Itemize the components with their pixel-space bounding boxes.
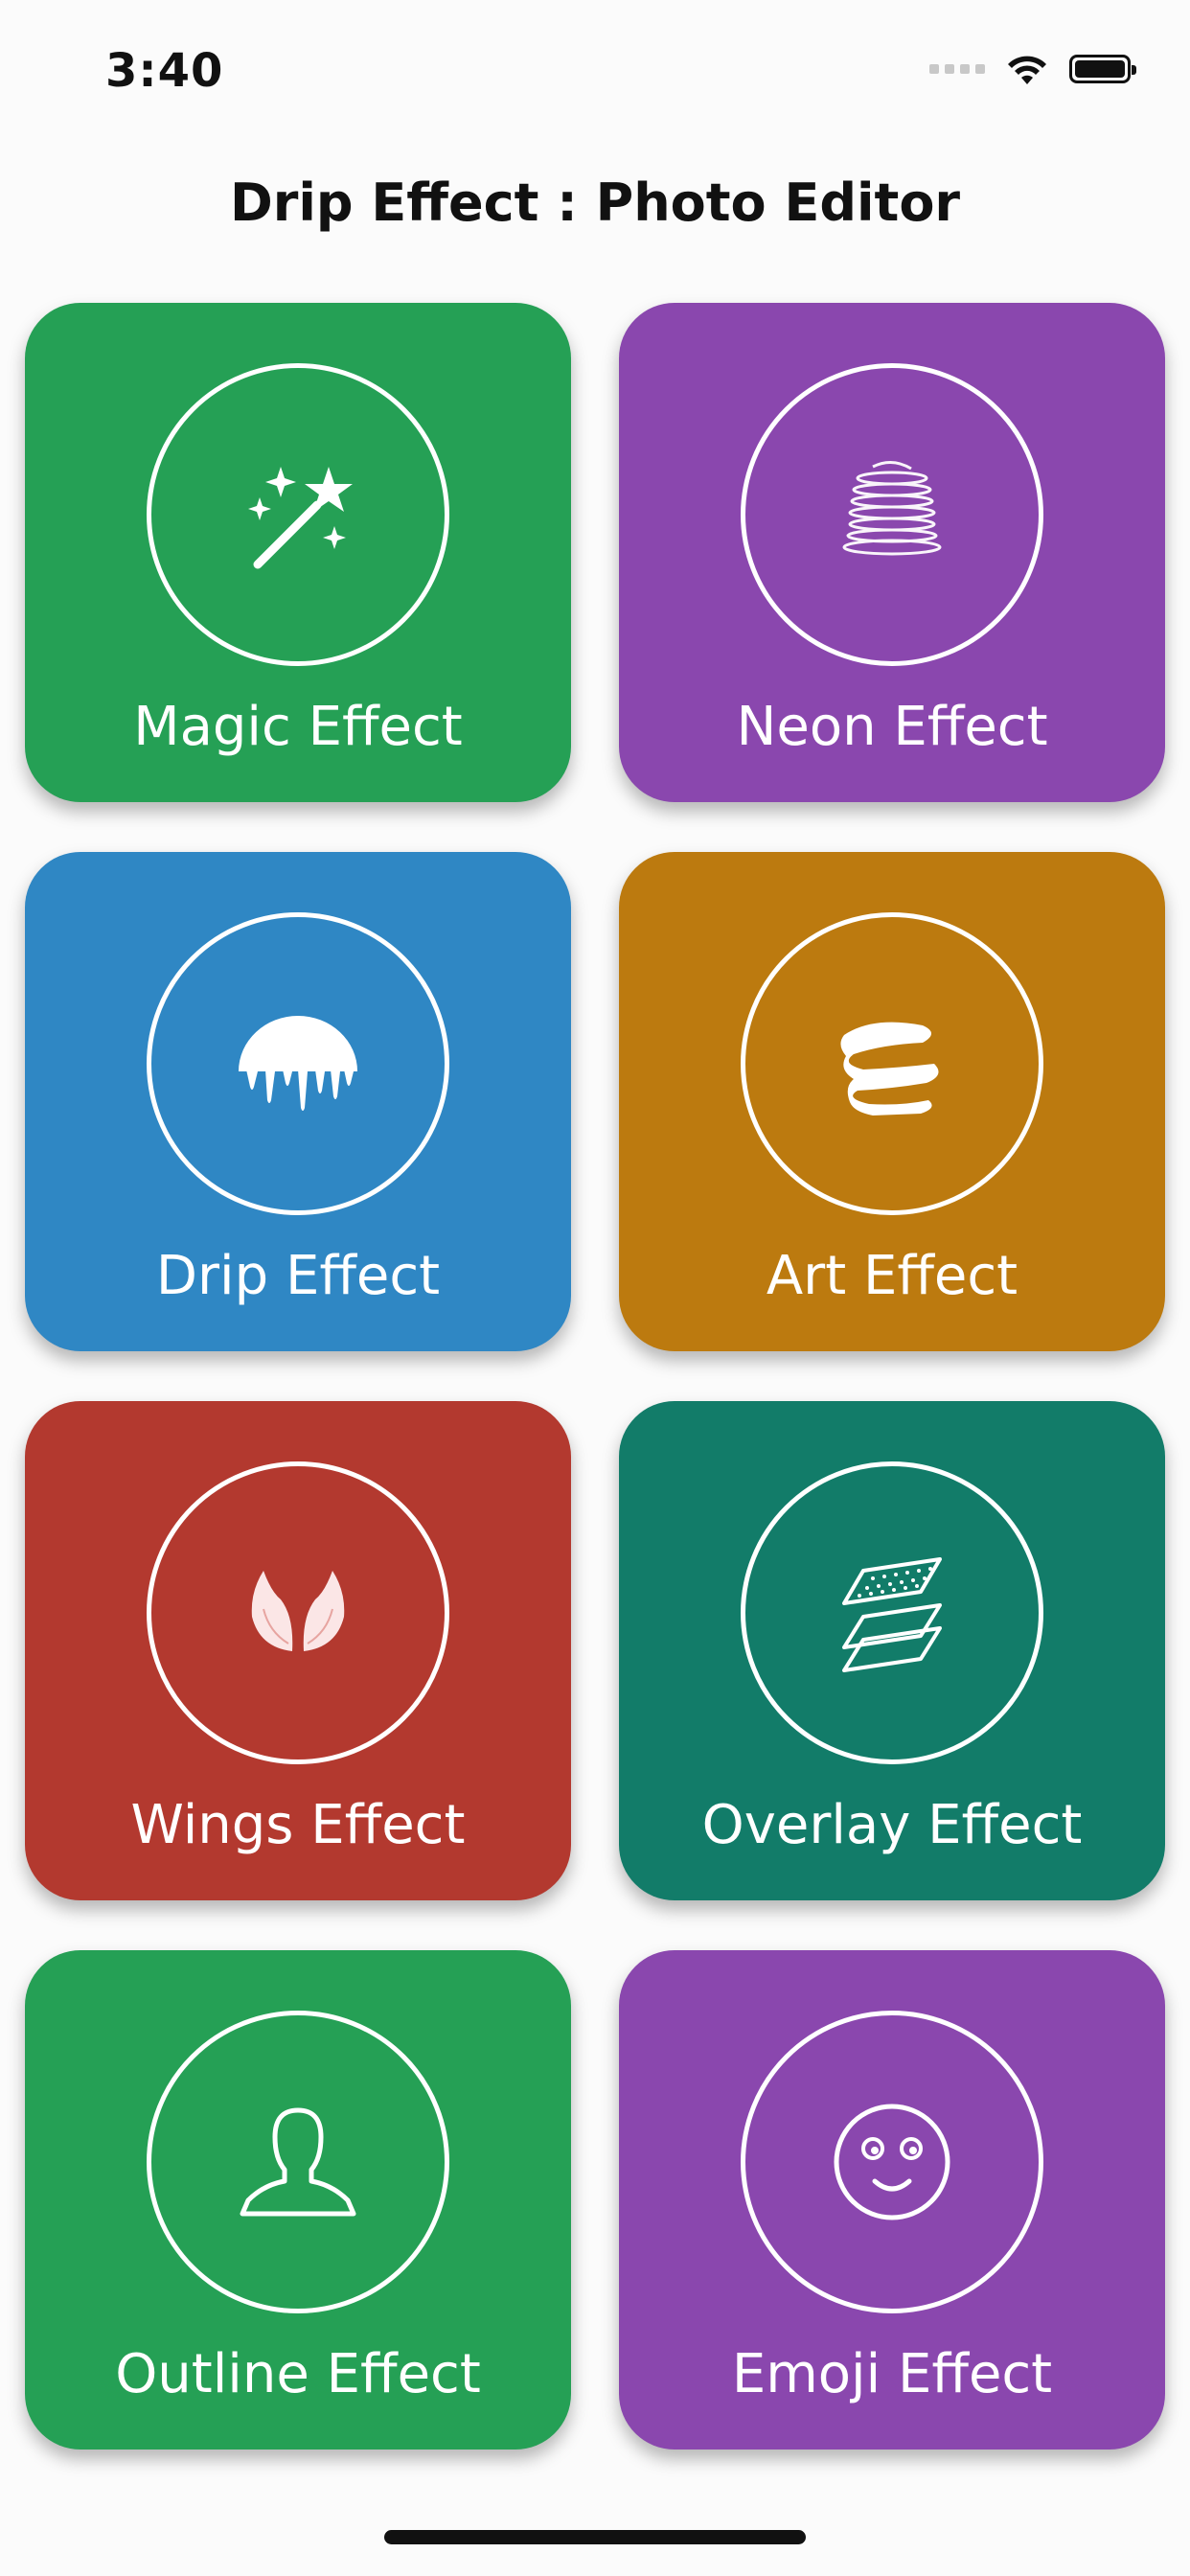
card-label: Overlay Effect [701,1794,1083,1856]
wifi-icon [1008,56,1046,84]
neon-effect-card[interactable]: Neon Effect [619,303,1165,802]
drip-effect-card[interactable]: Drip Effect [25,852,571,1351]
wings-effect-card[interactable]: Wings Effect [25,1401,571,1900]
paint-scribble-icon [840,1022,939,1116]
card-label: Emoji Effect [731,2343,1053,2405]
status-time: 3:40 [105,44,224,98]
layers-icon [842,1557,942,1672]
magic-wand-icon [248,467,353,569]
emoji-icon [834,2104,950,2220]
person-outline-icon [240,2107,356,2217]
status-bar: 3:40 [0,0,1190,144]
card-label: Magic Effect [133,696,463,758]
art-effect-card[interactable]: Art Effect [619,852,1165,1351]
emoji-effect-card[interactable]: Emoji Effect [619,1950,1165,2450]
wings-icon [251,1571,345,1651]
icon-circle [741,1461,1043,1764]
drip-icon [239,1016,357,1111]
icon-circle [741,2011,1043,2313]
card-label: Neon Effect [736,696,1048,758]
neon-spiral-icon [842,461,942,556]
cellular-signal-icon [929,64,985,74]
icon-circle [741,912,1043,1215]
page-title: Drip Effect : Photo Editor [229,172,961,233]
outline-effect-card[interactable]: Outline Effect [25,1950,571,2450]
icon-circle [147,2011,449,2313]
icon-circle [147,912,449,1215]
effects-grid: Magic Effect Neon Effect Drip Effect Art… [25,303,1165,2450]
icon-circle [147,363,449,666]
overlay-effect-card[interactable]: Overlay Effect [619,1401,1165,1900]
icon-circle [741,363,1043,666]
card-label: Wings Effect [130,1794,466,1856]
card-label: Art Effect [766,1245,1018,1307]
card-label: Outline Effect [115,2343,481,2405]
status-icons [929,52,1136,86]
home-indicator[interactable] [384,2530,806,2544]
icon-circle [147,1461,449,1764]
battery-icon [1069,55,1136,83]
card-label: Drip Effect [155,1245,441,1307]
magic-effect-card[interactable]: Magic Effect [25,303,571,802]
